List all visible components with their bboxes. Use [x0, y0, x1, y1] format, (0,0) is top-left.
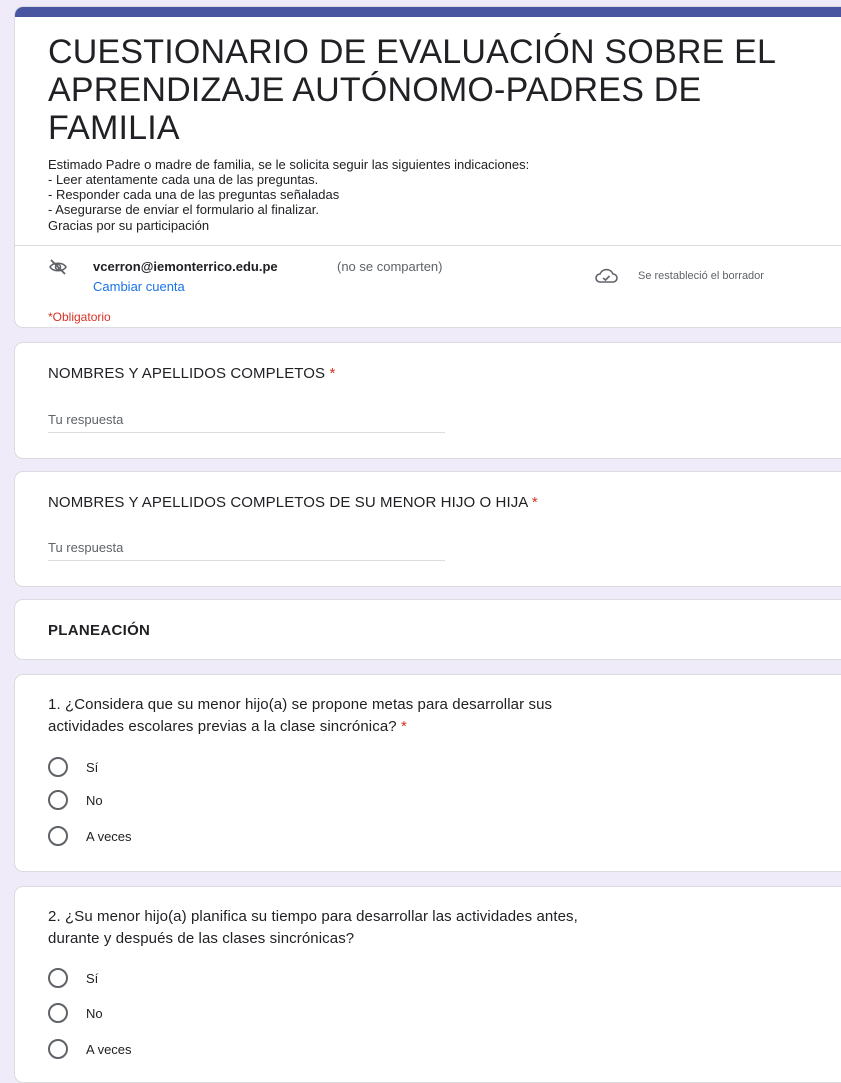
- question-title: 1. ¿Considera que su menor hijo(a) se pr…: [48, 694, 552, 738]
- option-label: Sí: [86, 970, 99, 986]
- radio-button[interactable]: [48, 1039, 68, 1059]
- question-title: NOMBRES Y APELLIDOS COMPLETOS DE SU MENO…: [48, 492, 538, 514]
- question-title: 2. ¿Su menor hijo(a) planifica su tiempo…: [48, 906, 578, 950]
- radio-button[interactable]: [48, 968, 68, 988]
- question-title-line: 1. ¿Considera que su menor hijo(a) se pr…: [48, 696, 553, 713]
- eye-off-icon: [48, 258, 68, 276]
- radio-option-a-veces[interactable]: A veces: [48, 824, 132, 848]
- header-accent-bar: [15, 7, 841, 17]
- form-description-line: - Responder cada una de las preguntas se…: [48, 187, 340, 202]
- radio-button[interactable]: [48, 1003, 68, 1023]
- form-description-line: - Asegurarse de enviar el formulario al …: [48, 202, 319, 217]
- form-header-card: CUESTIONARIO DE EVALUACIÓN SOBRE EL APRE…: [14, 6, 841, 328]
- question-title-line-2: durante y después de las clases sincróni…: [48, 930, 355, 947]
- form-description-line: Gracias por su participación: [48, 218, 210, 233]
- radio-button[interactable]: [48, 790, 68, 810]
- account-privacy-note: (no se comparten): [337, 259, 443, 274]
- required-asterisk: *: [401, 718, 407, 735]
- radio-option-a-veces[interactable]: A veces: [48, 1037, 132, 1061]
- required-asterisk: *: [329, 365, 336, 382]
- draft-status: Se restableció el borrador: [638, 270, 764, 282]
- section-header-card: PLANEACIÓN: [14, 599, 841, 660]
- question-card-name: NOMBRES Y APELLIDOS COMPLETOS *: [14, 342, 841, 459]
- form-description-line: - Leer atentamente cada una de las pregu…: [48, 172, 319, 187]
- header-divider: [15, 245, 841, 246]
- option-label: No: [86, 1005, 103, 1021]
- radio-button[interactable]: [48, 826, 68, 846]
- cloud-done-icon: [593, 267, 619, 285]
- required-note: *Obligatorio: [48, 310, 111, 324]
- radio-option-si[interactable]: Sí: [48, 755, 98, 779]
- radio-button[interactable]: [48, 757, 68, 777]
- question-title-text: NOMBRES Y APELLIDOS COMPLETOS: [48, 365, 326, 382]
- form-title: CUESTIONARIO DE EVALUACIÓN SOBRE EL APRE…: [48, 33, 775, 147]
- question-title-text: actividades escolares previas a la clase…: [48, 718, 397, 735]
- radio-option-si[interactable]: Sí: [48, 966, 98, 990]
- radio-option-no[interactable]: No: [48, 1001, 103, 1025]
- parent-name-input[interactable]: [48, 407, 445, 433]
- question-title-line: 2. ¿Su menor hijo(a) planifica su tiempo…: [48, 908, 578, 925]
- child-name-input[interactable]: [48, 535, 445, 561]
- question-title-line-2: actividades escolares previas a la clase…: [48, 716, 552, 738]
- change-account-link[interactable]: Cambiar cuenta: [93, 279, 185, 294]
- question-title-text: NOMBRES Y APELLIDOS COMPLETOS DE SU MENO…: [48, 494, 528, 511]
- form-description-line: Estimado Padre o madre de familia, se le…: [48, 157, 530, 172]
- radio-option-no[interactable]: No: [48, 788, 103, 812]
- option-label: A veces: [86, 1041, 132, 1057]
- question-card-2: 2. ¿Su menor hijo(a) planifica su tiempo…: [14, 886, 841, 1083]
- required-asterisk: *: [531, 494, 538, 511]
- account-email: vcerron@iemonterrico.edu.pe: [93, 259, 278, 274]
- question-card-child-name: NOMBRES Y APELLIDOS COMPLETOS DE SU MENO…: [14, 471, 841, 587]
- option-label: A veces: [86, 828, 132, 844]
- question-title: NOMBRES Y APELLIDOS COMPLETOS *: [48, 363, 335, 385]
- question-card-1: 1. ¿Considera que su menor hijo(a) se pr…: [14, 674, 841, 872]
- option-label: Sí: [86, 759, 99, 775]
- section-title: PLANEACIÓN: [48, 622, 151, 639]
- option-label: No: [86, 792, 103, 808]
